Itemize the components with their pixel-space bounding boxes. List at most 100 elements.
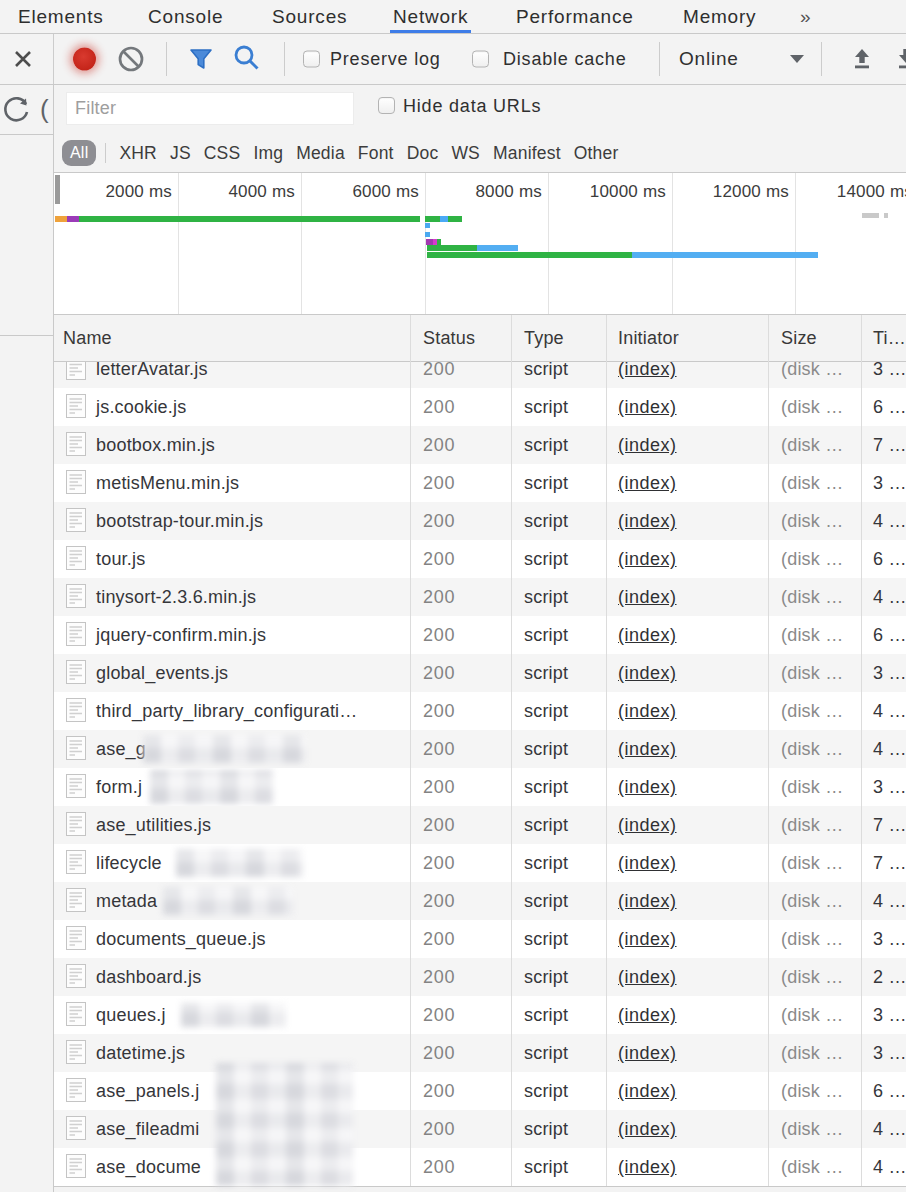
request-initiator[interactable]: (index): [618, 1072, 677, 1110]
column-header-size[interactable]: Size: [781, 315, 817, 361]
partial-icon: (: [40, 94, 49, 125]
request-initiator[interactable]: (index): [618, 578, 677, 616]
request-time: 4 …: [873, 1110, 906, 1148]
request-name: ase_fileadmi: [96, 1110, 199, 1148]
table-row[interactable]: bootbox.min.js 200 script (index) (disk …: [54, 426, 906, 464]
table-row[interactable]: datetime.js 200 script (index) (disk … 3…: [54, 1034, 906, 1072]
table-row[interactable]: ase_utilities.js 200 script (index) (dis…: [54, 806, 906, 844]
table-row[interactable]: dashboard.js 200 script (index) (disk … …: [54, 958, 906, 996]
request-initiator[interactable]: (index): [618, 692, 677, 730]
export-har-icon[interactable]: [893, 46, 906, 72]
request-time: 7 …: [873, 806, 906, 844]
table-row[interactable]: ase_fileadmi 200 script (index) (disk … …: [54, 1110, 906, 1148]
clear-icon[interactable]: [117, 45, 145, 73]
search-icon[interactable]: [233, 44, 263, 74]
request-initiator[interactable]: (index): [618, 654, 677, 692]
table-row[interactable]: js.cookie.js 200 script (index) (disk … …: [54, 388, 906, 426]
type-filter-font[interactable]: Font: [358, 143, 394, 164]
type-filter-all[interactable]: All: [62, 140, 96, 166]
type-filter-img[interactable]: Img: [253, 143, 283, 164]
throttling-select[interactable]: Online: [679, 48, 739, 70]
table-row[interactable]: third_party_library_configurati… 200 scr…: [54, 692, 906, 730]
table-row[interactable]: queues.j 200 script (index) (disk … 3 …: [54, 996, 906, 1034]
table-row[interactable]: global_events.js 200 script (index) (dis…: [54, 654, 906, 692]
type-filter-xhr[interactable]: XHR: [119, 143, 157, 164]
record-button[interactable]: [73, 48, 96, 71]
refresh-icon[interactable]: [2, 95, 32, 125]
tab-sources[interactable]: Sources: [272, 0, 347, 33]
close-icon[interactable]: [12, 48, 34, 70]
request-type: script: [524, 920, 568, 958]
type-filter-other[interactable]: Other: [574, 143, 619, 164]
table-row[interactable]: letterAvatar.js 200 script (index) (disk…: [54, 362, 906, 388]
type-filter-js[interactable]: JS: [170, 143, 191, 164]
column-header-type[interactable]: Type: [524, 315, 564, 361]
type-filter-ws[interactable]: WS: [451, 143, 480, 164]
filter-input[interactable]: Filter: [66, 92, 354, 125]
request-initiator[interactable]: (index): [618, 1034, 677, 1072]
request-initiator[interactable]: (index): [618, 806, 677, 844]
column-header-status[interactable]: Status: [423, 315, 475, 361]
throttling-dropdown-arrow-icon[interactable]: [790, 55, 804, 63]
table-row[interactable]: ase_panels.j 200 script (index) (disk … …: [54, 1072, 906, 1110]
table-row[interactable]: ase_g 200 script (index) (disk … 4 …: [54, 730, 906, 768]
request-initiator[interactable]: (index): [618, 920, 677, 958]
request-initiator[interactable]: (index): [618, 388, 677, 426]
request-initiator[interactable]: (index): [618, 844, 677, 882]
table-row[interactable]: metada 200 script (index) (disk … 4 …: [54, 882, 906, 920]
timeline-tick-label: 12000 ms: [679, 182, 789, 202]
overview-grip[interactable]: [55, 175, 60, 204]
request-initiator[interactable]: (index): [618, 616, 677, 654]
request-initiator[interactable]: (index): [618, 1148, 677, 1186]
request-initiator[interactable]: (index): [618, 768, 677, 806]
type-filter-media[interactable]: Media: [296, 143, 345, 164]
request-initiator[interactable]: (index): [618, 958, 677, 996]
table-row[interactable]: jquery-confirm.min.js 200 script (index)…: [54, 616, 906, 654]
request-initiator[interactable]: (index): [618, 540, 677, 578]
request-name: metada: [96, 882, 157, 920]
disable-cache-checkbox[interactable]: [472, 51, 489, 68]
summary-bar: [54, 1187, 906, 1192]
request-initiator[interactable]: (index): [618, 362, 677, 388]
tab-overflow-chevron[interactable]: »: [800, 0, 811, 33]
request-size: (disk …: [781, 388, 843, 426]
request-initiator[interactable]: (index): [618, 882, 677, 920]
column-header-ti[interactable]: Ti…: [873, 315, 906, 361]
table-row[interactable]: form.j 200 script (index) (disk … 3 …: [54, 768, 906, 806]
request-initiator[interactable]: (index): [618, 1110, 677, 1148]
preserve-log-checkbox[interactable]: [303, 51, 320, 68]
table-row[interactable]: tour.js 200 script (index) (disk … 6 …: [54, 540, 906, 578]
table-row[interactable]: lifecycle 200 script (index) (disk … 7 …: [54, 844, 906, 882]
request-name: bootstrap-tour.min.js: [96, 502, 263, 540]
hide-data-urls-checkbox[interactable]: [378, 97, 395, 114]
tab-network[interactable]: Network: [393, 0, 468, 33]
type-filter-doc[interactable]: Doc: [407, 143, 439, 164]
timeline-overview[interactable]: 2000 ms4000 ms6000 ms8000 ms10000 ms1200…: [54, 172, 906, 315]
request-type: script: [524, 996, 568, 1034]
request-initiator[interactable]: (index): [618, 730, 677, 768]
table-row[interactable]: documents_queue.js 200 script (index) (d…: [54, 920, 906, 958]
request-initiator[interactable]: (index): [618, 464, 677, 502]
table-row[interactable]: ase_docume 200 script (index) (disk … 4 …: [54, 1148, 906, 1186]
tab-memory[interactable]: Memory: [683, 0, 756, 33]
script-file-icon: [66, 1078, 86, 1102]
request-name: metisMenu.min.js: [96, 464, 239, 502]
request-initiator[interactable]: (index): [618, 426, 677, 464]
column-header-name[interactable]: Name: [63, 315, 112, 361]
filter-icon[interactable]: [188, 47, 214, 71]
request-time: 6 …: [873, 1072, 906, 1110]
tab-performance[interactable]: Performance: [516, 0, 634, 33]
request-initiator[interactable]: (index): [618, 502, 677, 540]
table-row[interactable]: bootstrap-tour.min.js 200 script (index)…: [54, 502, 906, 540]
tab-elements[interactable]: Elements: [18, 0, 104, 33]
request-initiator[interactable]: (index): [618, 996, 677, 1034]
import-har-icon[interactable]: [849, 46, 875, 72]
type-filter-manifest[interactable]: Manifest: [493, 143, 561, 164]
tab-console[interactable]: Console: [148, 0, 223, 33]
type-filter-css[interactable]: CSS: [204, 143, 241, 164]
script-file-icon: [66, 736, 86, 760]
table-row[interactable]: metisMenu.min.js 200 script (index) (dis…: [54, 464, 906, 502]
table-row[interactable]: tinysort-2.3.6.min.js 200 script (index)…: [54, 578, 906, 616]
request-status: 200: [423, 578, 455, 616]
column-header-initiator[interactable]: Initiator: [618, 315, 679, 361]
